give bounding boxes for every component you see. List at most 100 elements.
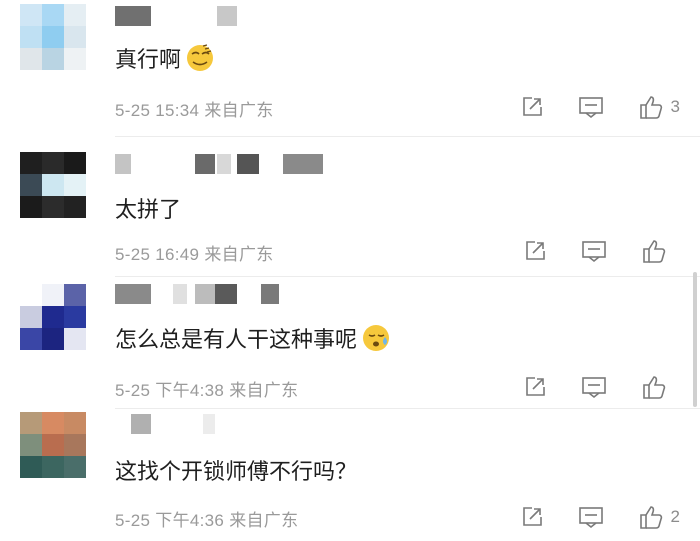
avatar-pixel <box>20 48 42 70</box>
avatar-pixel <box>64 456 86 478</box>
like-count: 2 <box>670 507 680 526</box>
avatar-pixel <box>42 174 64 196</box>
avatar-pixel <box>64 4 86 26</box>
comment-date: 5-25 <box>115 511 151 530</box>
avatar-pixel <box>42 48 64 70</box>
share-button[interactable] <box>523 239 547 263</box>
comment-meta: 5-25 15:34 来自广东 <box>115 96 274 121</box>
comment-icon <box>582 377 606 399</box>
avatar-pixel <box>20 196 42 218</box>
avatar-pixel <box>42 412 64 434</box>
reply-button[interactable] <box>581 375 607 399</box>
share-icon <box>522 97 542 116</box>
comment-date: 5-25 <box>115 245 151 264</box>
avatar-pixel <box>20 152 42 174</box>
comment-icon <box>582 241 606 263</box>
avatar-pixel <box>64 306 86 328</box>
avatar-pixel <box>42 152 64 174</box>
divider <box>115 408 700 409</box>
comment-actions: 3 <box>486 92 680 122</box>
comment-location: 来自广东 <box>204 245 274 264</box>
comment-actions <box>489 372 674 402</box>
avatar-pixel <box>42 4 64 26</box>
share-button[interactable] <box>520 505 544 529</box>
comment-icon <box>578 507 603 529</box>
thumbs-up-icon <box>643 376 666 399</box>
avatar-pixel <box>64 48 86 70</box>
comment-item: 太拼了 5-25 16:49 来自广东 <box>0 140 700 280</box>
comment-text-row: 真行啊 <box>115 42 215 74</box>
like-button[interactable] <box>641 374 674 400</box>
avatar[interactable] <box>20 4 86 70</box>
thumbs-up-icon <box>639 506 662 529</box>
comment-item: 真行啊 5-25 15:34 来自广东 3 <box>0 0 700 140</box>
scrollbar[interactable] <box>693 272 697 407</box>
avatar-pixel <box>20 174 42 196</box>
avatar-pixel <box>42 306 64 328</box>
share-button[interactable] <box>523 375 547 399</box>
avatar-pixel <box>20 328 42 350</box>
comment-text: 太拼了 <box>115 198 182 223</box>
comment-item: 这找个开锁师傅不行吗？ 5-25 下午4:36 来自广东 2 <box>0 412 700 541</box>
avatar-pixel <box>64 328 86 350</box>
avatar-pixel <box>42 284 64 306</box>
divider <box>115 276 700 277</box>
avatar-pixel <box>20 456 42 478</box>
avatar-pixel <box>64 26 86 48</box>
share-icon <box>526 377 545 396</box>
avatar-pixel <box>20 26 42 48</box>
thumbs-up-icon <box>643 240 666 263</box>
share-button[interactable] <box>520 95 544 119</box>
avatar-pixel <box>42 328 64 350</box>
avatar-pixel <box>42 26 64 48</box>
comment-icon <box>578 97 603 119</box>
comment-date: 5-25 <box>115 381 151 400</box>
comment-meta: 5-25 下午4:36 来自广东 <box>115 506 298 531</box>
comment-text-row: 太拼了 <box>115 192 181 224</box>
comment-meta: 5-25 16:49 来自广东 <box>115 240 274 265</box>
avatar[interactable] <box>20 412 86 478</box>
avatar-pixel <box>20 284 42 306</box>
comment-text-row: 这找个开锁师傅不行吗？ <box>115 454 357 486</box>
avatar-pixel <box>20 306 42 328</box>
avatar-pixel <box>42 434 64 456</box>
comment-meta: 5-25 下午4:38 来自广东 <box>115 376 298 401</box>
avatar-pixel <box>64 284 86 306</box>
avatar-pixel <box>20 412 42 434</box>
comment-time: 下午4:38 <box>155 381 225 400</box>
comment-item: 怎么总是有人干这种事呢 5-25 下午4:38 来自广东 <box>0 280 700 412</box>
avatar-pixel <box>20 4 42 26</box>
avatar-pixel <box>20 434 42 456</box>
comment-actions: 2 <box>486 502 680 532</box>
comment-location: 来自广东 <box>229 511 299 530</box>
like-button[interactable] <box>641 238 674 264</box>
comment-location: 来自广东 <box>204 101 274 120</box>
avatar[interactable] <box>20 152 86 218</box>
avatar-pixel <box>64 412 86 434</box>
comment-time: 15:34 <box>155 101 200 120</box>
reply-button[interactable] <box>581 239 607 263</box>
divider <box>115 136 700 137</box>
avatar-pixel <box>64 152 86 174</box>
share-icon <box>522 507 542 526</box>
avatar-pixel <box>42 456 64 478</box>
like-button[interactable]: 2 <box>638 504 680 530</box>
comment-text: 怎么总是有人干这种事呢 <box>115 328 358 353</box>
share-icon <box>526 241 545 260</box>
like-button[interactable]: 3 <box>638 94 680 120</box>
comment-actions <box>489 236 674 266</box>
like-count: 3 <box>670 97 680 116</box>
avatar[interactable] <box>20 284 86 350</box>
comment-text-row: 怎么总是有人干这种事呢 <box>115 322 391 354</box>
comment-date: 5-25 <box>115 101 151 120</box>
avatar-pixel <box>64 174 86 196</box>
reply-button[interactable] <box>578 95 604 119</box>
thumbs-up-icon <box>639 96 662 119</box>
avatar-pixel <box>64 196 86 218</box>
reply-button[interactable] <box>578 505 604 529</box>
comment-text: 这找个开锁师傅不行吗？ <box>115 460 358 485</box>
comment-time: 16:49 <box>155 245 200 264</box>
avatar-pixel <box>64 434 86 456</box>
avatar-pixel <box>42 196 64 218</box>
comment-text: 真行啊 <box>115 48 182 73</box>
